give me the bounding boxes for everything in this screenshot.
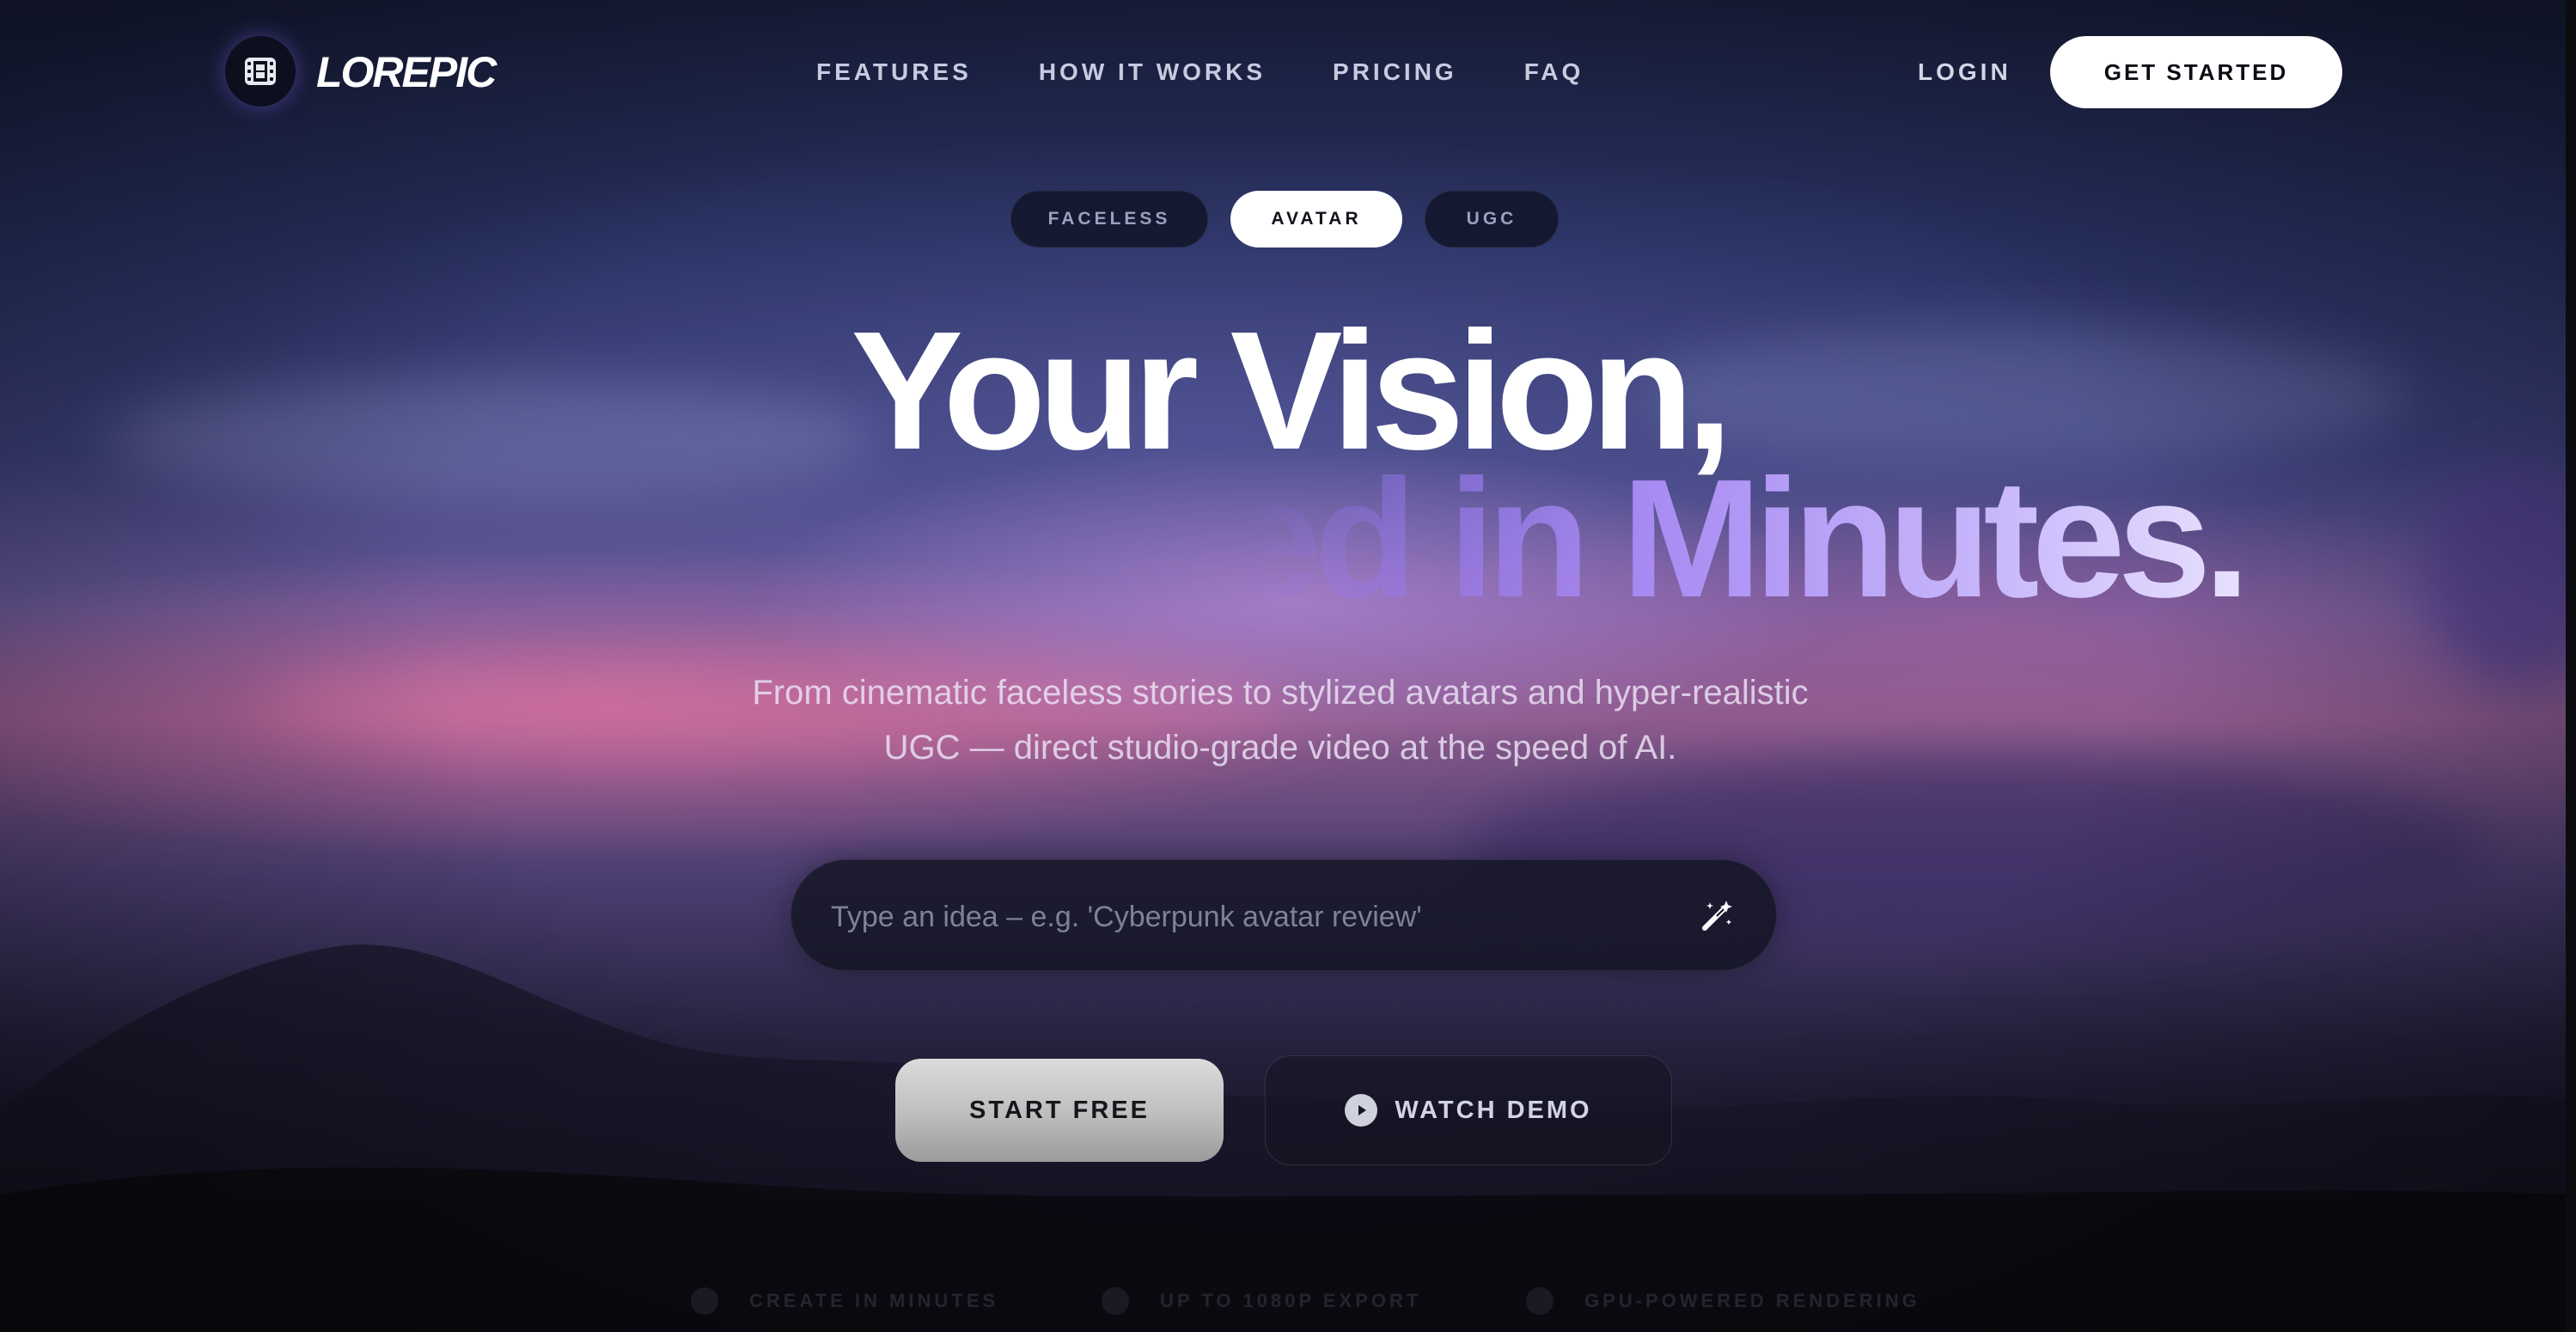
feature-strip: CREATE IN MINUTES UP TO 1080P EXPORT GPU… [0, 1284, 2576, 1318]
nav-link-pricing[interactable]: PRICING [1333, 55, 1457, 89]
feature-label: CREATE IN MINUTES [749, 1290, 999, 1311]
start-free-button[interactable]: START FREE [895, 1059, 1224, 1162]
login-link[interactable]: LOGIN [1918, 55, 2011, 89]
feature-label: UP TO 1080P EXPORT [1160, 1290, 1422, 1311]
hero-subtitle-line1: From cinematic faceless stories to styli… [752, 674, 1809, 712]
nav-link-how-it-works[interactable]: HOW IT WORKS [1039, 55, 1266, 89]
tab-avatar[interactable]: AVATAR [1230, 191, 1402, 247]
feature-item: CREATE IN MINUTES [691, 1284, 998, 1318]
nav-link-features[interactable]: FEATURES [816, 55, 972, 89]
idea-input[interactable] [831, 891, 1621, 943]
bolt-icon [691, 1287, 718, 1315]
play-icon [1345, 1094, 1378, 1127]
top-navbar: LOREPIC FEATURES HOW IT WORKS PRICING FA… [0, 0, 2576, 146]
hero-subtitle: From cinematic faceless stories to styli… [653, 665, 1908, 775]
feature-label: GPU-POWERED RENDERING [1584, 1290, 1920, 1311]
hero-subtitle-line2: UGC — direct studio-grade video at the s… [883, 729, 1677, 767]
idea-prompt-bar [791, 859, 1777, 971]
hero-background: LOREPIC FEATURES HOW IT WORKS PRICING FA… [0, 0, 2576, 1332]
brand-name[interactable]: LOREPIC [316, 48, 497, 96]
magic-wand-icon[interactable] [1694, 893, 1740, 939]
film-icon [1102, 1287, 1129, 1315]
logo-film-icon[interactable] [225, 36, 296, 107]
hero-headline-gradient-text: Rendered in Minutes. [693, 444, 2250, 632]
feature-item: GPU-POWERED RENDERING [1526, 1284, 1920, 1318]
hero-headline-line2: Rendered in Minutes. [0, 455, 2576, 623]
nav-links: FEATURES HOW IT WORKS PRICING FAQ [816, 55, 1651, 89]
get-started-button[interactable]: GET STARTED [2050, 36, 2342, 108]
feature-item: UP TO 1080P EXPORT [1102, 1284, 1421, 1318]
tab-ugc[interactable]: UGC [1425, 191, 1559, 247]
watch-demo-label: WATCH DEMO [1395, 1096, 1592, 1124]
watch-demo-button[interactable]: WATCH DEMO [1265, 1055, 1672, 1165]
gpu-icon [1526, 1287, 1554, 1315]
nav-link-faq[interactable]: FAQ [1524, 55, 1584, 89]
window-edge [2566, 0, 2576, 1332]
tab-faceless[interactable]: FACELESS [1010, 191, 1208, 247]
mode-tabs: FACELESS AVATAR UGC [1010, 191, 1581, 247]
